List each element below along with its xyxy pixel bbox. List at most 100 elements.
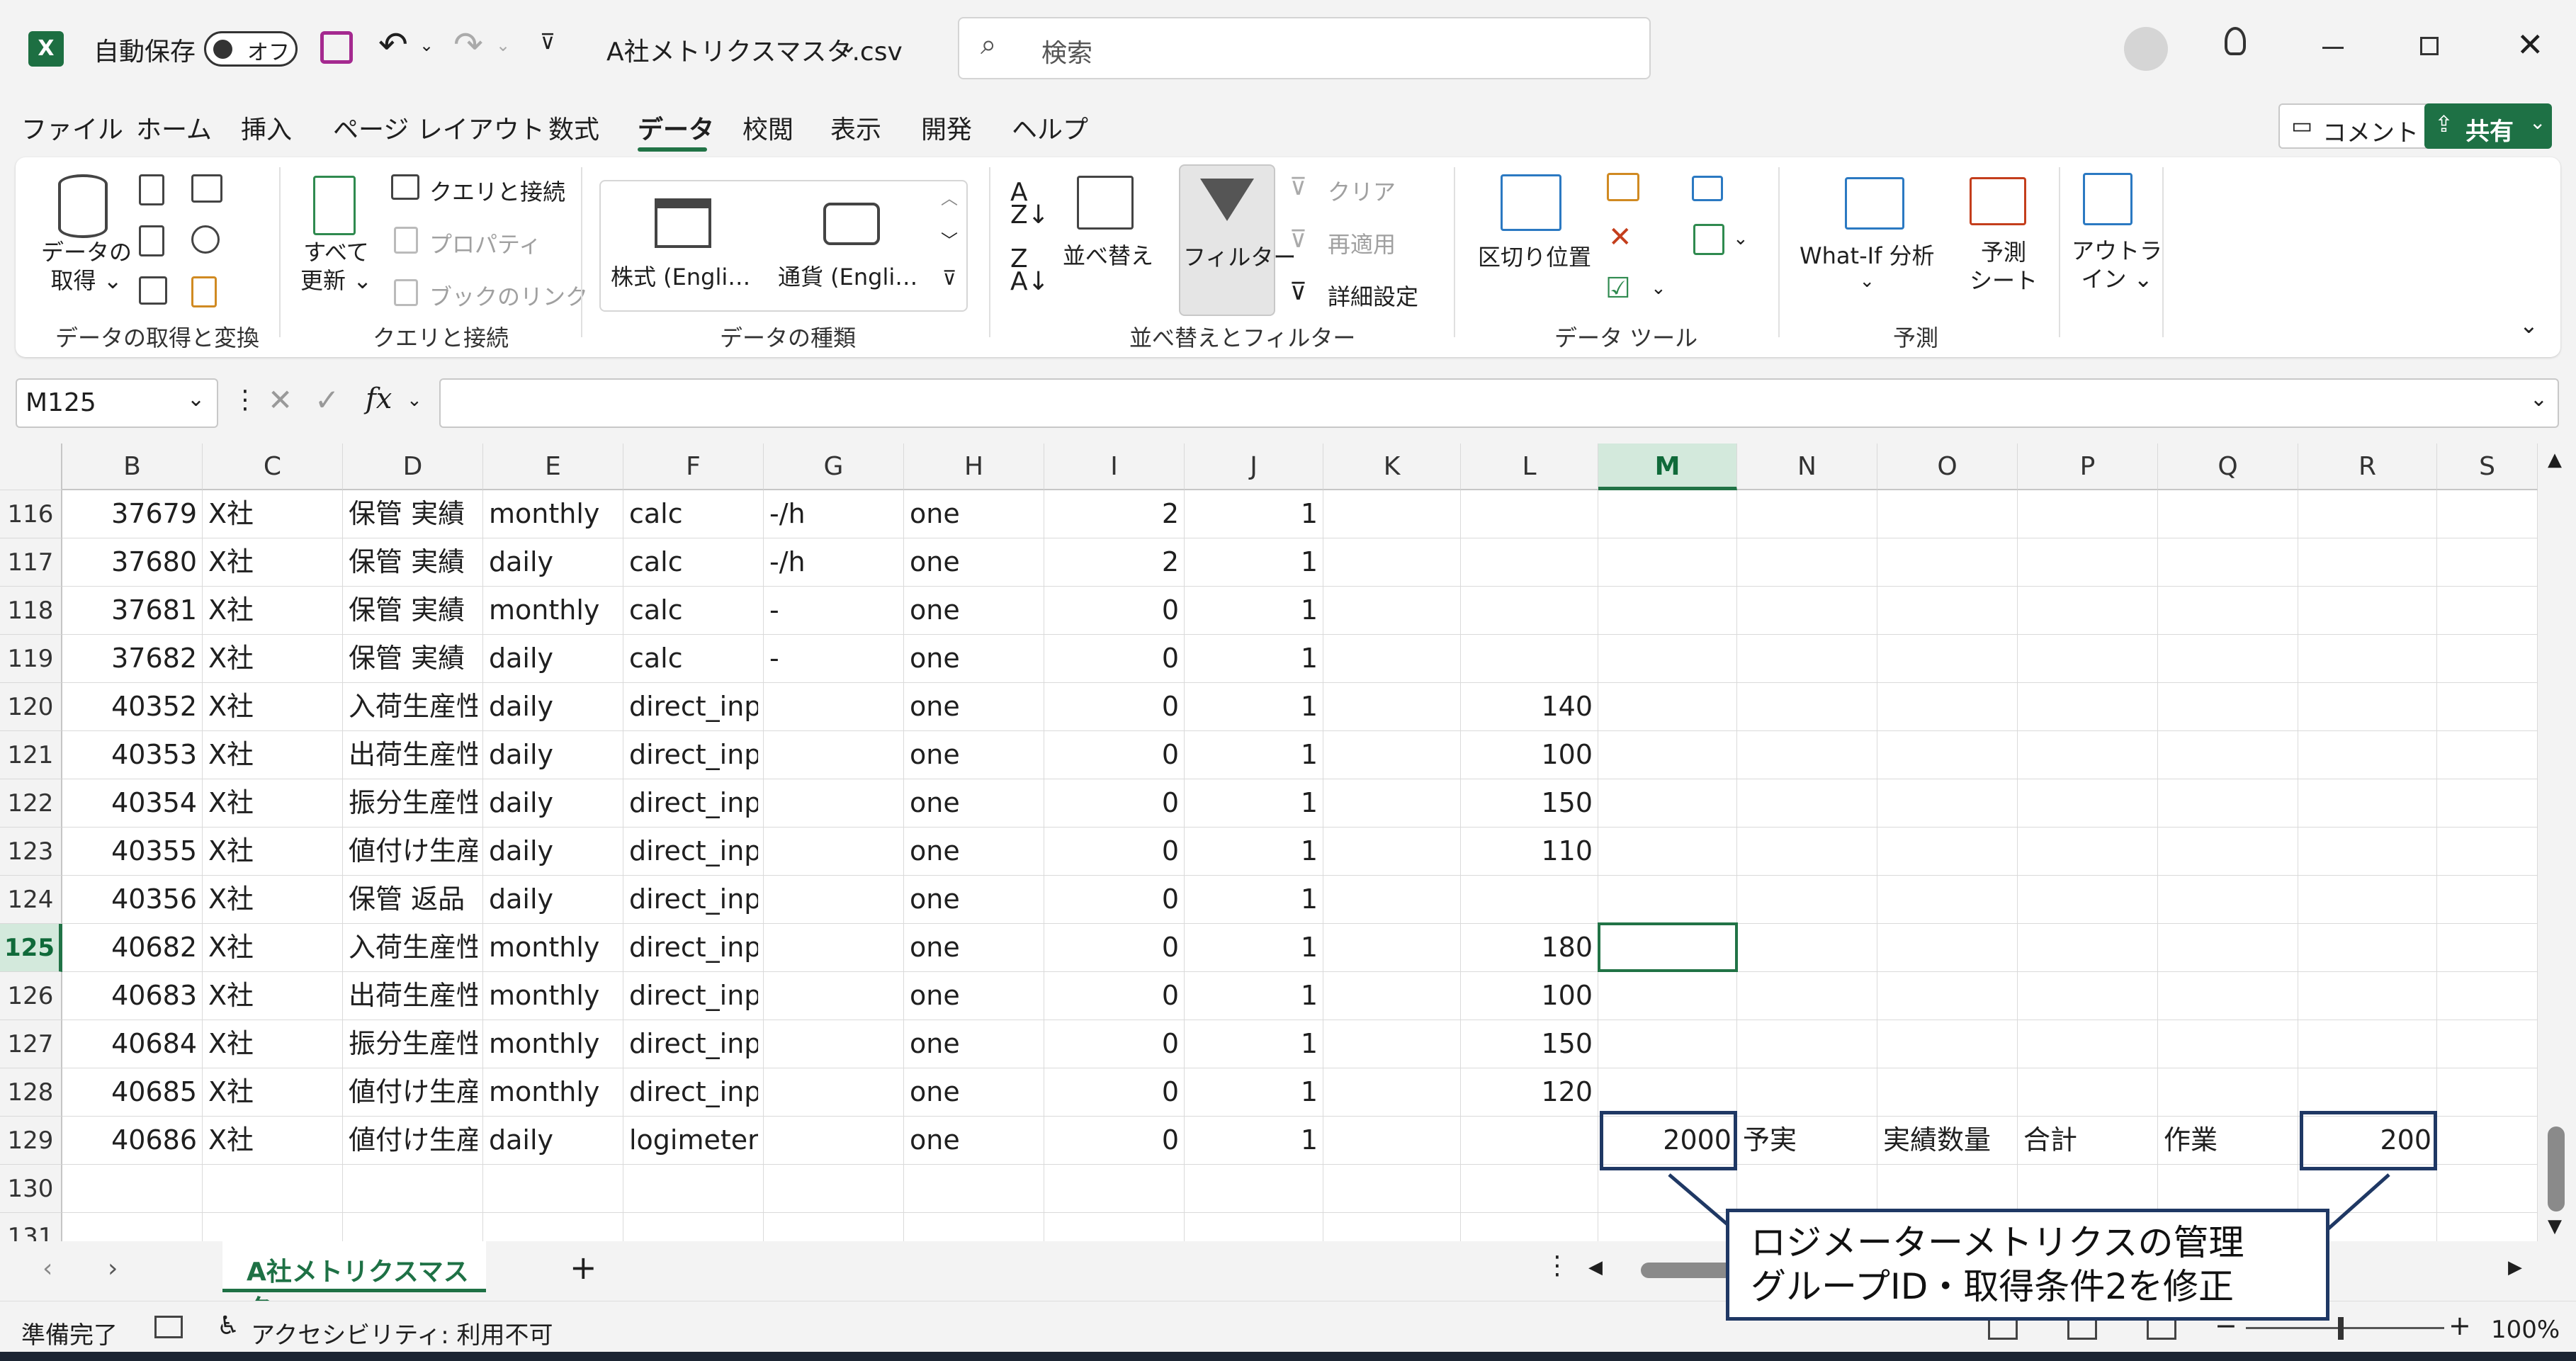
cell-f129[interactable]: logimeter [629, 1117, 758, 1163]
undo-dropdown-icon[interactable]: ⌄ [419, 35, 434, 55]
cell-b125[interactable]: 40682 [68, 924, 197, 971]
cell-e117[interactable]: daily [489, 538, 618, 585]
scroll-up-icon[interactable]: ▲ [2548, 449, 2562, 470]
cell-j122[interactable]: 1 [1190, 779, 1318, 826]
gallery-more-icon[interactable]: ⊽ [942, 266, 957, 290]
cell-b123[interactable]: 40355 [68, 828, 197, 874]
cell-d124[interactable]: 保管 返品 [349, 876, 478, 922]
cell-e121[interactable]: daily [489, 731, 618, 778]
column-header-c[interactable]: C [203, 444, 343, 490]
column-header-h[interactable]: H [904, 444, 1044, 490]
column-header-i[interactable]: I [1044, 444, 1185, 490]
accessibility-status[interactable]: アクセシビリティ: 利用不可 [251, 1316, 553, 1350]
cell-i119[interactable]: 0 [1050, 635, 1179, 682]
cell-l122[interactable]: 150 [1467, 779, 1593, 826]
file-name[interactable]: A社メトリクスマスタ.csv [606, 31, 903, 68]
cell-l123[interactable]: 110 [1467, 828, 1593, 874]
cell-j120[interactable]: 1 [1190, 683, 1318, 730]
sort-button[interactable]: 並べ替え [1063, 238, 1153, 271]
column-header-j[interactable]: J [1185, 444, 1323, 490]
consolidate-icon[interactable] [1692, 176, 1723, 201]
cell-p129[interactable]: 合計 [2023, 1117, 2152, 1163]
currencies-button[interactable]: 通貨 (Engli… [778, 259, 917, 292]
column-header-b[interactable]: B [62, 444, 203, 490]
row-header[interactable]: 128 [0, 1068, 62, 1117]
tab-home[interactable]: ホーム [136, 109, 212, 146]
cell-c121[interactable]: X社 [208, 731, 337, 778]
row-header[interactable]: 121 [0, 731, 62, 779]
cell-e129[interactable]: daily [489, 1117, 618, 1163]
restore-icon[interactable] [2420, 37, 2439, 55]
row-header[interactable]: 123 [0, 828, 62, 876]
cell-b124[interactable]: 40356 [68, 876, 197, 922]
hscroll-right-icon[interactable]: ▶ [2508, 1257, 2522, 1278]
zoom-level[interactable]: 100% [2491, 1316, 2560, 1344]
account-avatar[interactable] [2124, 27, 2168, 71]
cell-f126[interactable]: direct_input [629, 972, 758, 1019]
from-text-icon[interactable] [139, 174, 164, 205]
cell-f128[interactable]: direct_input [629, 1068, 758, 1115]
cell-f118[interactable]: calc [629, 587, 758, 633]
cell-h127[interactable]: one [910, 1020, 1039, 1067]
properties-button[interactable]: プロパティ [429, 227, 541, 259]
cell-f125[interactable]: direct_input [629, 924, 758, 971]
column-header-q[interactable]: Q [2158, 444, 2298, 490]
save-icon[interactable] [320, 31, 353, 64]
column-header-o[interactable]: O [1877, 444, 2018, 490]
cell-f119[interactable]: calc [629, 635, 758, 682]
cell-f123[interactable]: direct_input [629, 828, 758, 874]
cell-o129[interactable]: 実績数量 [1883, 1117, 2012, 1163]
formula-input[interactable]: ⌄ [439, 378, 2559, 428]
cell-f127[interactable]: direct_input [629, 1020, 758, 1067]
cell-j124[interactable]: 1 [1190, 876, 1318, 922]
cell-l128[interactable]: 120 [1467, 1068, 1593, 1115]
cell-d125[interactable]: 入荷生産性 [349, 924, 478, 971]
cell-j117[interactable]: 1 [1190, 538, 1318, 585]
data-model-dropdown-icon[interactable]: ⌄ [1733, 228, 1749, 249]
row-header[interactable]: 127 [0, 1020, 62, 1068]
more-options-icon[interactable]: ⋮ [232, 385, 258, 414]
cell-i122[interactable]: 0 [1050, 779, 1179, 826]
advanced-button[interactable]: 詳細設定 [1328, 279, 1418, 312]
filename-chevron-icon[interactable]: ⌄ [839, 31, 858, 58]
reapply-button[interactable]: 再適用 [1328, 227, 1396, 259]
cell-j119[interactable]: 1 [1190, 635, 1318, 682]
tab-bar-options-icon[interactable]: ⋮ [1544, 1251, 1570, 1280]
cell-j125[interactable]: 1 [1190, 924, 1318, 971]
cell-f116[interactable]: calc [629, 490, 758, 537]
cell-h123[interactable]: one [910, 828, 1039, 874]
cell-n129[interactable]: 予実 [1743, 1117, 1872, 1163]
gallery-scroll-up-icon[interactable]: ︿ [941, 184, 958, 209]
cell-j123[interactable]: 1 [1190, 828, 1318, 874]
add-sheet-icon[interactable]: + [570, 1248, 597, 1287]
cell-h119[interactable]: one [910, 635, 1039, 682]
comment-button[interactable]: ▭ コメント [2278, 103, 2447, 149]
undo-icon[interactable]: ↶ [378, 24, 408, 65]
cell-l127[interactable]: 150 [1467, 1020, 1593, 1067]
autosave-toggle[interactable]: オフ [204, 31, 298, 67]
text-to-columns-button[interactable]: 区切り位置 [1478, 239, 1591, 272]
cell-h116[interactable]: one [910, 490, 1039, 537]
redo-dropdown-icon[interactable]: ⌄ [496, 35, 510, 55]
cell-b120[interactable]: 40352 [68, 683, 197, 730]
zoom-slider-thumb[interactable] [2338, 1317, 2344, 1340]
cell-j116[interactable]: 1 [1190, 490, 1318, 537]
cell-e128[interactable]: monthly [489, 1068, 618, 1115]
tab-data[interactable]: データ [638, 109, 714, 146]
cell-c127[interactable]: X社 [208, 1020, 337, 1067]
cell-b117[interactable]: 37680 [68, 538, 197, 585]
hscroll-left-icon[interactable]: ◀ [1588, 1257, 1603, 1278]
cell-c118[interactable]: X社 [208, 587, 337, 633]
search-box[interactable]: ⌕ 検索 [958, 17, 1651, 79]
cell-c117[interactable]: X社 [208, 538, 337, 585]
cell-e119[interactable]: daily [489, 635, 618, 682]
cell-h129[interactable]: one [910, 1117, 1039, 1163]
tab-view[interactable]: 表示 [830, 109, 881, 146]
from-table-icon[interactable] [139, 276, 167, 305]
function-dropdown-icon[interactable]: ⌄ [407, 390, 422, 411]
vertical-scroll-thumb[interactable] [2548, 1126, 2565, 1212]
cell-d127[interactable]: 振分生産性 [349, 1020, 478, 1067]
cell-b116[interactable]: 37679 [68, 490, 197, 537]
cell-i121[interactable]: 0 [1050, 731, 1179, 778]
row-header[interactable]: 118 [0, 587, 62, 635]
